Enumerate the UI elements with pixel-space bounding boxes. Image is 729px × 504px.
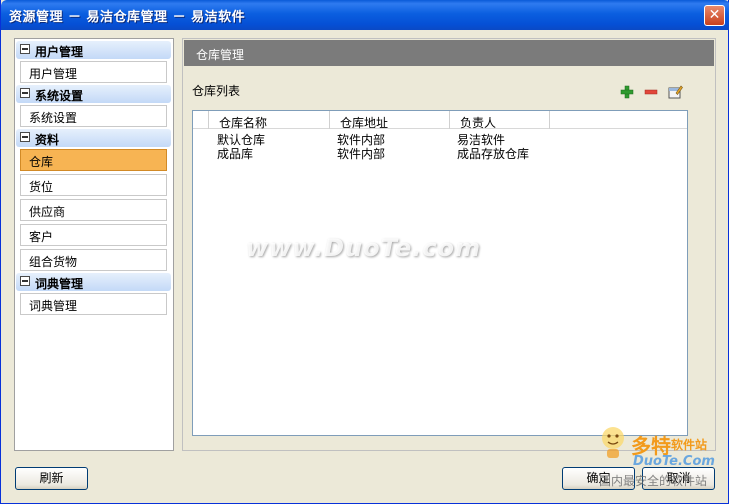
sidebar-item-system-settings[interactable]: 系统设置	[20, 105, 167, 127]
close-button[interactable]: ✕	[704, 5, 725, 26]
edit-icon[interactable]	[667, 84, 683, 100]
sidebar-item-location[interactable]: 货位	[20, 174, 167, 196]
sidebar-item-warehouse[interactable]: 仓库	[20, 149, 167, 171]
table-row[interactable]: 默认仓库 软件内部 易洁软件	[193, 131, 687, 147]
sidebar-nav: 用户管理 用户管理 系统设置 系统设置 资料 仓库 货位 供应商 客户 组合货物…	[14, 38, 174, 451]
add-icon[interactable]	[619, 84, 635, 100]
nav-group-system[interactable]: 系统设置	[16, 85, 171, 103]
column-header-name[interactable]: 仓库名称	[209, 111, 330, 130]
table-header: 仓库名称 仓库地址 负责人	[193, 111, 687, 130]
table-row[interactable]: 成品库 软件内部 成品存放仓库	[193, 145, 687, 161]
logo-tagline: 国内最安全的软件站	[599, 474, 708, 488]
header-spacer	[193, 111, 209, 129]
panel-title: 仓库管理	[184, 40, 714, 66]
table-cell: 成品存放仓库	[457, 147, 530, 161]
logo-brand: DuoTe.Com	[633, 454, 715, 469]
nav-group-user[interactable]: 用户管理	[16, 41, 171, 59]
sidebar-item-user-management[interactable]: 用户管理	[20, 61, 167, 83]
corner-logo: 多特 软件站 DuoTe.Com 国内最安全的软件站	[593, 422, 723, 492]
column-header-address[interactable]: 仓库地址	[330, 111, 450, 130]
collapse-icon[interactable]	[20, 44, 30, 54]
table-cell: 软件内部	[337, 147, 386, 161]
nav-group-label: 资料	[35, 133, 60, 147]
remove-icon[interactable]	[643, 84, 659, 100]
warehouse-table: 仓库名称 仓库地址 负责人 默认仓库 软件内部 易洁软件 成品库 软件内部 成品…	[192, 110, 688, 436]
collapse-icon[interactable]	[20, 132, 30, 142]
nav-group-label: 词典管理	[35, 277, 84, 291]
list-title: 仓库列表	[192, 84, 241, 98]
nav-group-data[interactable]: 资料	[16, 129, 171, 147]
sidebar-item-customer[interactable]: 客户	[20, 224, 167, 246]
table-cell: 成品库	[217, 147, 254, 161]
column-header-manager[interactable]: 负责人	[450, 111, 550, 130]
title-bar[interactable]: 资源管理 － 易洁仓库管理 － 易洁软件 ✕	[1, 0, 729, 30]
sidebar-item-supplier[interactable]: 供应商	[20, 199, 167, 221]
nav-group-label: 用户管理	[35, 45, 84, 59]
app-window: 资源管理 － 易洁仓库管理 － 易洁软件 ✕ 用户管理 用户管理 系统设置 系统…	[0, 0, 729, 504]
nav-group-dictionary[interactable]: 词典管理	[16, 273, 171, 291]
logo-suffix: 软件站	[671, 438, 708, 452]
sidebar-item-dictionary[interactable]: 词典管理	[20, 293, 167, 315]
nav-group-label: 系统设置	[35, 89, 84, 103]
window-title: 资源管理 － 易洁仓库管理 － 易洁软件	[9, 10, 246, 25]
close-icon: ✕	[708, 7, 721, 23]
sidebar-item-combo-goods[interactable]: 组合货物	[20, 249, 167, 271]
collapse-icon[interactable]	[20, 88, 30, 98]
mascot-icon	[602, 427, 624, 458]
watermark-text: www.DuoTe.com	[246, 234, 481, 262]
refresh-button[interactable]: 刷新	[15, 467, 88, 490]
collapse-icon[interactable]	[20, 276, 30, 286]
